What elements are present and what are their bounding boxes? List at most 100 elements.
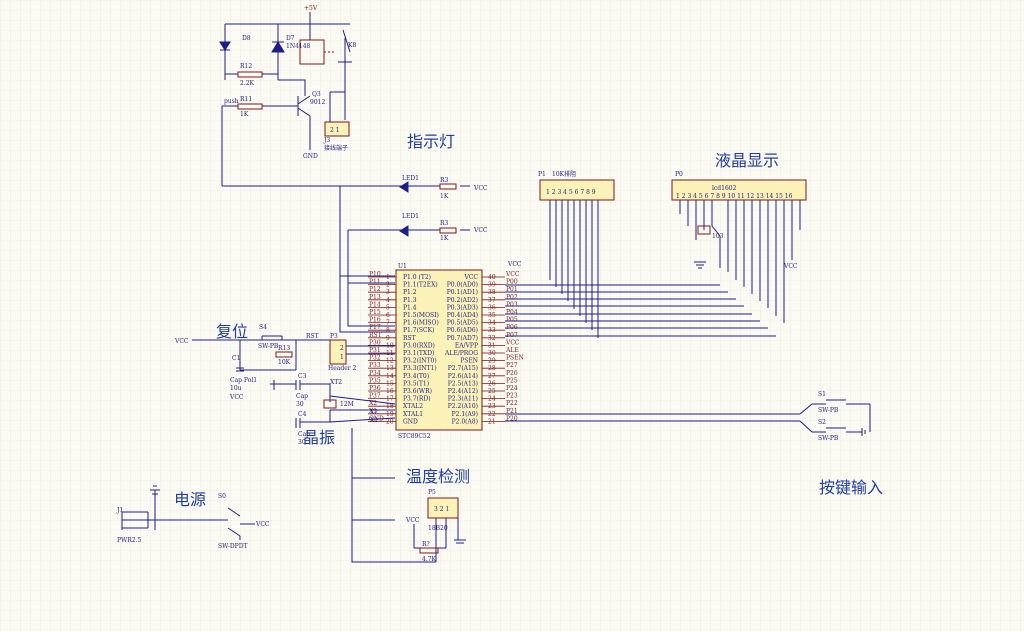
r13-value: 10K — [278, 359, 291, 366]
mcu-left-pin-number: 6 — [386, 312, 390, 319]
p0-label: P0 — [675, 171, 683, 178]
mcu-left-net: P16 — [369, 317, 381, 324]
c1-value: 10u — [230, 385, 242, 392]
mcu-right-pin-label: P0.2(AD2) — [447, 297, 478, 304]
c3-label: C3 — [298, 373, 307, 380]
reset-vcc: VCC — [174, 338, 189, 345]
mcu-left-net: P13 — [369, 294, 381, 301]
s0-part: SW-DPDT — [218, 543, 248, 550]
mcu-right-pin-label: P0.6(AD6) — [447, 327, 478, 334]
mcu-right-pin-label: P0.4(AD4) — [447, 312, 478, 319]
title-keys: 按键输入 — [819, 478, 883, 497]
mcu-right-pin-label: P2.4(A12) — [448, 388, 478, 395]
mcu-right-net: P23 — [506, 393, 518, 400]
j1-label: J1 — [116, 507, 123, 514]
c4-part: Cap — [298, 431, 310, 438]
j3-desc: 接线端子 — [324, 144, 348, 152]
mcu-left-pin-label: GND — [403, 418, 418, 425]
mcu-left-net: P30 — [369, 339, 381, 346]
s4-part: SW-PB — [258, 343, 279, 350]
mcu-left-pin-number: 3 — [386, 289, 390, 296]
s0-label: S0 — [218, 493, 226, 500]
xt2-label: XT2 — [330, 379, 342, 386]
r11-value: 1K — [240, 111, 249, 118]
p3-part: Header 2 — [328, 365, 357, 372]
mcu-right-pin-number: 37 — [488, 297, 496, 304]
s4-label: S4 — [259, 324, 267, 331]
j3-pins: 2 1 — [330, 127, 340, 134]
mcu-right-pin-label: P2.5(A13) — [448, 380, 478, 387]
j1-part: PWR2.5 — [117, 537, 141, 544]
p3-pin1: 1 — [340, 354, 344, 361]
mcu-left-pin-label: P3.2(INT0) — [403, 358, 437, 365]
r12-label: R12 — [240, 63, 252, 70]
p5-pins: 3 2 1 — [434, 506, 449, 513]
mcu-right-net: P07 — [506, 332, 518, 339]
mcu-left-pin-label: P1.6(MISO) — [403, 320, 439, 327]
mcu-right-pin-label: P2.1(A9) — [452, 411, 478, 418]
mcu-left-pin-number: 7 — [386, 320, 390, 327]
mcu-left-pin-label: P3.5(T1) — [403, 380, 429, 387]
p0-pins: 1 2 3 4 5 6 7 8 9 10 11 12 13 14 15 16 — [676, 193, 793, 200]
mcu-top-vcc: VCC — [507, 261, 522, 268]
p5-label: P5 — [428, 489, 436, 496]
mcu-right-pin-label: P2.3(A11) — [448, 396, 478, 403]
mcu-right-net: P22 — [506, 400, 518, 407]
p0-desc: lcd1602 — [712, 185, 737, 192]
r3-b-value: 1K — [440, 235, 449, 242]
mcu-right-pin-number: 23 — [488, 403, 496, 410]
mcu-right-pin-number: 39 — [488, 282, 496, 289]
power-vcc: VCC — [255, 521, 270, 528]
title-lcd: 液晶显示 — [715, 151, 779, 170]
mcu-right-pin-number: 27 — [488, 373, 496, 380]
mcu-left-pin-number: 5 — [386, 304, 390, 311]
r-temp-value: 4.7K — [422, 556, 437, 563]
mcu-left-pin-number: 14 — [386, 373, 394, 380]
mcu-left-pin-label: P1.5(MOSI) — [403, 312, 439, 319]
rst-net: RST — [306, 333, 319, 340]
mcu-right-pin-label: P2.7(A15) — [448, 365, 478, 372]
r12-value: 2.2K — [240, 80, 255, 87]
mcu-left-pin-label: P3.4(T0) — [403, 373, 429, 380]
led1-a-vcc: VCC — [473, 185, 488, 192]
mcu-left-pin-label: P1.7(SCK) — [403, 327, 434, 334]
mcu-left-pin-label: XTAL1 — [403, 411, 423, 418]
xt2-value: 12M — [340, 401, 354, 408]
mcu-left-pin-number: 4 — [386, 297, 390, 304]
mcu-left-pin-label: P1.2 — [403, 289, 417, 296]
mcu-left-net: P17 — [369, 324, 381, 331]
s2-label: S2 — [818, 419, 826, 426]
mcu-left-pin-label: P1.4 — [403, 304, 417, 311]
mcu-left-net: P14 — [369, 301, 381, 308]
mcu-left-pin-label: RST — [403, 335, 416, 342]
mcu-left-pin-label: P1.0 (T2) — [403, 274, 431, 281]
p1-label: P1 — [538, 171, 546, 178]
mcu-left-pin-number: 17 — [386, 396, 394, 403]
mcu-left-net: P35 — [369, 377, 381, 384]
mcu-left-pin-number: 9 — [386, 335, 390, 342]
mcu-left-net: P36 — [369, 385, 381, 392]
mcu-left-net: P33 — [369, 362, 381, 369]
d7-label: D7 — [286, 35, 295, 42]
r-temp-label: R? — [422, 541, 430, 548]
p1-desc: 10K排阻 — [552, 170, 576, 178]
r3-a-label: R3 — [440, 177, 449, 184]
mcu-left-pin-number: 19 — [386, 411, 394, 418]
r13-label: R13 — [278, 345, 290, 352]
mcu-right-net: PSEN — [506, 355, 524, 362]
mcu-right-pin-number: 26 — [488, 380, 496, 387]
p3-pin2: 2 — [340, 345, 344, 352]
r11-label: R11 — [240, 96, 252, 103]
mcu-right-pin-number: 36 — [488, 304, 496, 311]
title-temperature: 温度检测 — [406, 467, 470, 486]
c1-vcc: VCC — [229, 394, 244, 401]
mcu-right-pin-number: 33 — [488, 327, 496, 334]
mcu-left-pin-number: 12 — [386, 358, 394, 365]
mcu-left-pin-label: P3.3(INT1) — [403, 365, 437, 372]
mcu-left-pin-label: XTAL2 — [403, 403, 423, 410]
mcu-right-pin-label: P0.0(AD0) — [447, 282, 478, 289]
mcu-left-pin-label: P3.6(WR) — [403, 388, 432, 395]
led1-a-label: LED1 — [402, 175, 419, 182]
mcu-left-pin-number: 16 — [386, 388, 394, 395]
mcu-left-pin-number: 13 — [386, 365, 394, 372]
